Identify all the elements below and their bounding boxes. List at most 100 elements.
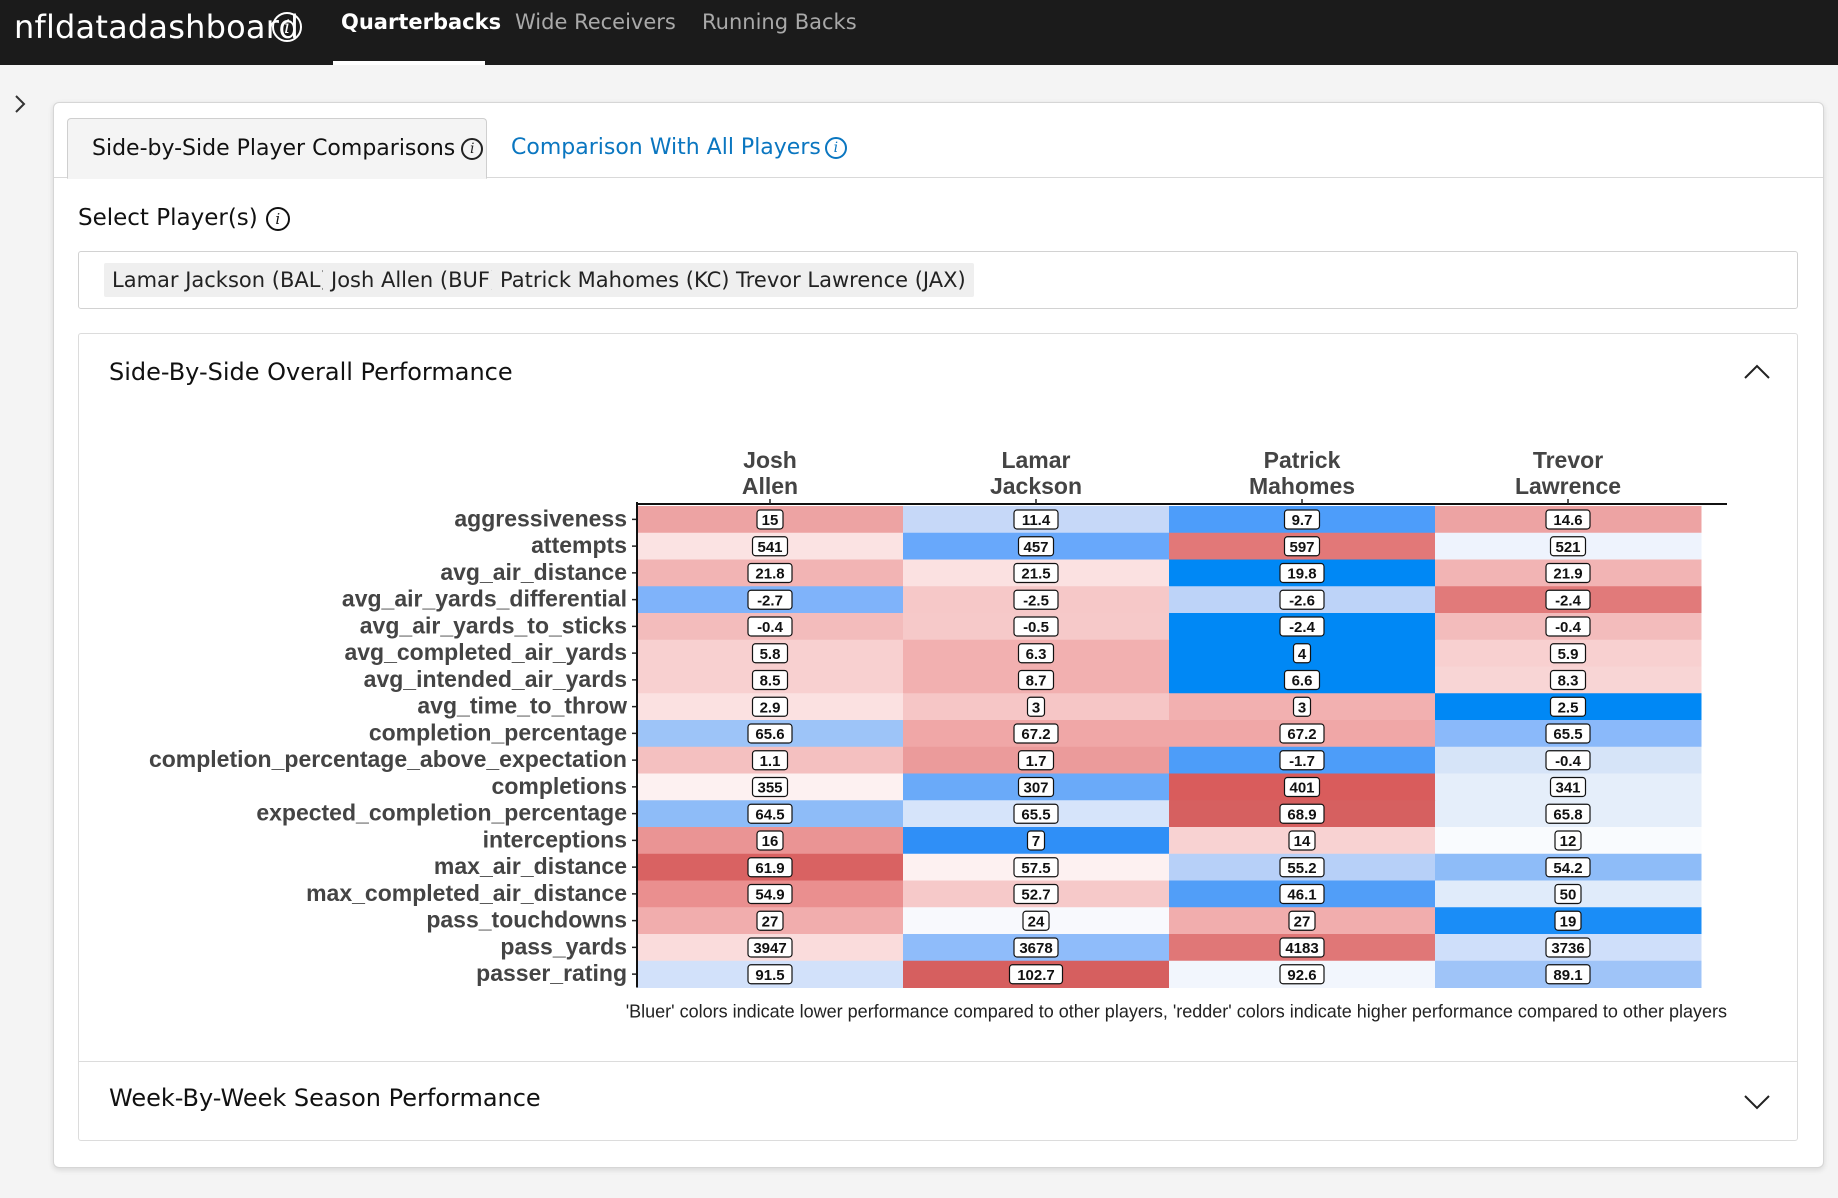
value-label: 67.2 (1021, 726, 1050, 743)
active-tab-underline (333, 61, 485, 65)
value-label: 21.5 (1021, 566, 1050, 583)
info-icon[interactable]: i (265, 207, 290, 231)
accordion-overall-performance: Side-By-Side Overall Performance 15 11.4 9… (78, 333, 1798, 1062)
value-label: 307 (1023, 780, 1048, 797)
value-label: -2.6 (1289, 592, 1315, 609)
tab-comparison-all-players[interactable]: Comparison With All Players i (511, 118, 847, 178)
chevron-down-icon[interactable] (1742, 1092, 1772, 1112)
value-label: 55.2 (1287, 860, 1316, 877)
tab-side-by-side[interactable]: Side-by-Side Player Comparisons i (67, 118, 487, 179)
value-label: 61.9 (755, 860, 784, 877)
column-label: Lawrence (1515, 473, 1621, 499)
top-navbar: nfldatadashboard i Quarterbacks Wide Rec… (0, 0, 1838, 65)
nav-tab-running-backs[interactable]: Running Backs (702, 10, 857, 34)
row-label: avg_completed_air_yards (344, 639, 627, 665)
value-label: 1.1 (760, 753, 781, 770)
chart-caption: 'Bluer' colors indicate lower performanc… (626, 1002, 1727, 1022)
value-label: 3736 (1551, 940, 1584, 957)
row-label: avg_time_to_throw (417, 693, 627, 719)
select-label-text: Select Player(s) (78, 205, 258, 231)
column-label: Jackson (990, 473, 1082, 499)
value-label: 12 (1560, 833, 1577, 850)
value-label: 8.3 (1558, 673, 1579, 690)
value-label: 4183 (1285, 940, 1318, 957)
value-label: 54.2 (1553, 860, 1582, 877)
value-label: 6.3 (1026, 646, 1047, 663)
chevron-right-icon[interactable] (10, 92, 30, 116)
value-label: 8.5 (760, 673, 781, 690)
column-label: Lamar (1001, 447, 1070, 473)
value-label: 92.6 (1287, 967, 1316, 984)
row-label: passer_rating (476, 960, 627, 986)
value-label: 8.7 (1026, 673, 1047, 690)
value-label: 2.5 (1558, 699, 1579, 716)
value-label: 14 (1294, 833, 1311, 850)
row-label: max_completed_air_distance (306, 880, 627, 906)
value-label: 65.5 (1021, 806, 1050, 823)
player-chip[interactable]: Josh Allen (BUF) (323, 263, 507, 297)
row-label: attempts (531, 532, 627, 558)
value-label: -1.7 (1289, 753, 1315, 770)
value-label: 67.2 (1287, 726, 1316, 743)
value-label: 21.9 (1553, 566, 1582, 583)
row-label: max_air_distance (434, 853, 627, 879)
value-label: 3 (1298, 699, 1306, 716)
player-multiselect[interactable]: Lamar Jackson (BAL) Josh Allen (BUF) Pat… (78, 251, 1798, 309)
column-label: Mahomes (1249, 473, 1355, 499)
row-label: aggressiveness (454, 505, 627, 531)
value-label: 89.1 (1553, 967, 1582, 984)
row-label: interceptions (483, 826, 627, 852)
nav-tab-quarterbacks[interactable]: Quarterbacks (341, 10, 501, 34)
info-icon[interactable]: i (824, 137, 847, 159)
value-label: -2.4 (1289, 619, 1316, 636)
brand-title[interactable]: nfldatadashboard (14, 8, 299, 46)
player-chip[interactable]: Lamar Jackson (BAL) (104, 263, 337, 297)
accordion-weekly-title[interactable]: Week-By-Week Season Performance (109, 1084, 541, 1112)
value-label: 3678 (1019, 940, 1052, 957)
value-label: 541 (757, 539, 782, 556)
player-chip[interactable]: Trevor Lawrence (JAX) (728, 263, 974, 297)
value-label: 5.8 (760, 646, 781, 663)
select-players-label: Select Player(s) i (78, 205, 290, 231)
row-label: avg_air_yards_differential (342, 586, 627, 612)
value-label: 15 (762, 512, 779, 529)
value-label: -0.4 (1555, 619, 1582, 636)
column-label: Josh (743, 447, 797, 473)
value-label: 6.6 (1292, 673, 1313, 690)
value-label: 19 (1560, 913, 1577, 930)
accordion-weekly-performance: Week-By-Week Season Performance (78, 1061, 1798, 1141)
info-icon[interactable]: i (272, 12, 302, 42)
row-label: pass_touchdowns (426, 907, 627, 933)
value-label: 27 (762, 913, 779, 930)
value-label: 102.7 (1017, 967, 1055, 984)
value-label: 16 (762, 833, 779, 850)
value-label: 52.7 (1021, 887, 1050, 904)
value-label: 2.9 (760, 699, 781, 716)
value-label: 54.9 (755, 887, 784, 904)
value-label: 355 (757, 780, 782, 797)
value-label: 11.4 (1022, 512, 1051, 529)
value-label: 64.5 (755, 806, 784, 823)
value-label: 91.5 (755, 967, 784, 984)
value-label: 597 (1289, 539, 1314, 556)
column-label: Trevor (1533, 447, 1603, 473)
value-label: 21.8 (755, 566, 784, 583)
value-label: -2.4 (1555, 592, 1582, 609)
info-icon[interactable]: i (461, 138, 484, 160)
main-card: Side-by-Side Player Comparisons i Compari… (53, 102, 1824, 1168)
row-label: avg_intended_air_yards (364, 666, 627, 692)
value-label: -2.7 (757, 592, 783, 609)
column-label: Patrick (1264, 447, 1341, 473)
value-label: 65.6 (755, 726, 784, 743)
value-label: -2.5 (1023, 592, 1049, 609)
value-label: 4 (1298, 646, 1307, 663)
value-label: 68.9 (1287, 806, 1316, 823)
tab-all-players-label: Comparison With All Players (511, 135, 821, 160)
value-label: -0.4 (757, 619, 784, 636)
value-label: 50 (1560, 887, 1577, 904)
player-chip[interactable]: Patrick Mahomes (KC) (492, 263, 738, 297)
value-label: 457 (1023, 539, 1048, 556)
nav-tab-wide-receivers[interactable]: Wide Receivers (515, 10, 676, 34)
row-label: avg_air_distance (440, 559, 627, 585)
column-label: Allen (742, 473, 798, 499)
